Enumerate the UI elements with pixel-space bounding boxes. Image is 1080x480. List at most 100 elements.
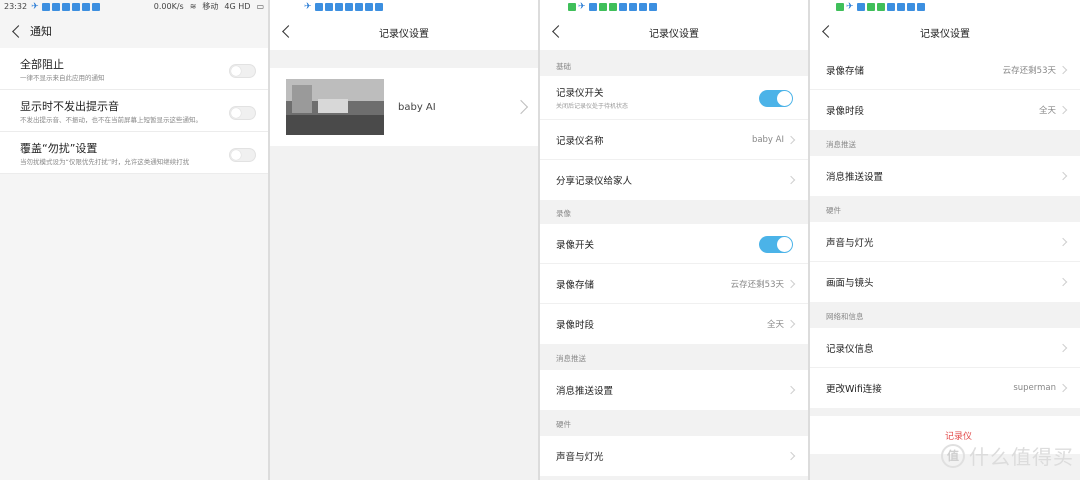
- push-group: 消息推送设置: [540, 370, 808, 410]
- push-settings-row[interactable]: 消息推送设置: [810, 156, 1080, 196]
- header: 记录仪设置: [810, 14, 1080, 50]
- wifi-icon: ≋: [189, 2, 197, 11]
- header: 记录仪设置: [540, 14, 808, 50]
- silent-toggle[interactable]: [229, 106, 256, 120]
- row-label: 录像存储: [556, 279, 595, 291]
- row-subtitle: 关闭后记录仪处于待机状态: [556, 103, 629, 110]
- app-icon: [887, 3, 895, 11]
- recorder-power-toggle[interactable]: [759, 89, 793, 107]
- back-icon[interactable]: [10, 22, 26, 42]
- override-dnd-toggle[interactable]: [229, 148, 256, 162]
- header: 通知: [0, 14, 268, 48]
- block-all-row[interactable]: 全部阻止 一律不显示来自此应用的通知: [0, 48, 268, 90]
- storage-row[interactable]: 录像存储 云存还剩53天: [540, 264, 808, 304]
- row-label: 录像时段: [826, 106, 865, 117]
- app-icon: [867, 3, 875, 11]
- notification-icons: ✈: [568, 2, 657, 12]
- sound-light-row[interactable]: 声音与灯光: [810, 222, 1080, 262]
- chevron-right-icon: [1058, 237, 1068, 246]
- sound-light-row[interactable]: 声音与灯光: [540, 436, 808, 476]
- row-value: 云存还剩53天: [730, 279, 784, 290]
- section-hardware: 硬件: [556, 420, 571, 429]
- app-icon: [82, 3, 91, 11]
- hardware-group: 声音与灯光 画面与镜头: [810, 222, 1080, 302]
- push-settings-row[interactable]: 消息推送设置: [540, 370, 808, 410]
- recorder-info-row[interactable]: 记录仪信息: [810, 328, 1080, 368]
- page-title: 记录仪设置: [379, 28, 429, 40]
- row-label: 分享记录仪给家人: [556, 176, 633, 187]
- page-title: 通知: [30, 25, 52, 38]
- row-label: 录像时段: [556, 320, 595, 331]
- app-icon: [589, 3, 597, 11]
- plane-icon: ✈: [31, 1, 39, 12]
- row-label: 声音与灯光: [826, 237, 874, 249]
- battery-icon: ▭: [256, 2, 264, 11]
- wifi-row[interactable]: 更改Wifi连接 superman: [810, 368, 1080, 408]
- record-group: 录像开关 录像存储 云存还剩53天 录像时段 全天: [540, 224, 808, 344]
- row-subtitle: 不发出提示音、不振动，也不在当前屏幕上短暂显示这些通知。: [20, 116, 202, 124]
- chevron-right-icon: [513, 99, 529, 115]
- app-icon: [325, 3, 333, 11]
- silent-row[interactable]: 显示时不发出提示音 不发出提示音、不振动，也不在当前屏幕上短暂显示这些通知。: [0, 90, 268, 132]
- app-icon: [375, 3, 383, 11]
- row-subtitle: 当勿扰模式设为“仅限优先打扰”时，允许这类通知继续打扰: [20, 158, 190, 166]
- basic-group: 记录仪开关 关闭后记录仪处于待机状态 记录仪名称 baby AI 分享记录仪给家…: [540, 76, 808, 200]
- chevron-right-icon: [786, 279, 796, 288]
- row-value: 云存还剩53天: [1002, 65, 1056, 76]
- hardware-group: 声音与灯光: [540, 436, 808, 476]
- thumb-floor: [286, 115, 384, 135]
- chevron-right-icon: [786, 135, 796, 144]
- watermark-text: 什么值得买: [969, 445, 1074, 469]
- notification-settings-screen: 23:32 ✈ 0.00K/s ≋ 移动 4G HD ▭ 通知 全部阻止 一律不…: [0, 0, 268, 480]
- app-icon: [365, 3, 373, 11]
- network-type: 4G HD: [224, 2, 251, 11]
- page-title: 记录仪设置: [920, 28, 970, 40]
- notification-icons: ✈: [31, 1, 101, 12]
- app-icon: [857, 3, 865, 11]
- share-row[interactable]: 分享记录仪给家人: [540, 160, 808, 200]
- device-card[interactable]: baby AI: [270, 68, 538, 146]
- row-label: 更改Wifi连接: [826, 384, 882, 395]
- period-row[interactable]: 录像时段 全天: [810, 90, 1080, 130]
- app-icon: [907, 3, 915, 11]
- spacer: [810, 408, 1080, 416]
- notification-icons: ✈: [304, 2, 383, 12]
- back-icon[interactable]: [280, 22, 296, 42]
- section-push: 消息推送: [826, 140, 856, 149]
- screenshot-collage: 23:32 ✈ 0.00K/s ≋ 移动 4G HD ▭ 通知 全部阻止 一律不…: [0, 0, 1080, 480]
- thumb-crib: [318, 99, 348, 113]
- app-icon: [335, 3, 343, 11]
- thumb-lamp: [292, 85, 312, 113]
- row-value: baby AI: [751, 134, 784, 145]
- page-title: 记录仪设置: [649, 28, 699, 40]
- row-title: 全部阻止: [20, 58, 64, 71]
- record-switch-toggle[interactable]: [759, 235, 793, 253]
- row-title: 覆盖“勿扰”设置: [20, 142, 98, 155]
- recorder-settings-screen-bottom: ✈ 记录仪设置 录像存储 云存还剩53天 录像时段 全天 消息推送 消息推送设置…: [810, 0, 1080, 480]
- period-row[interactable]: 录像时段 全天: [540, 304, 808, 344]
- plane-icon: ✈: [846, 1, 854, 12]
- lens-row[interactable]: 画面与镜头: [810, 262, 1080, 302]
- override-dnd-row[interactable]: 覆盖“勿扰”设置 当勿扰模式设为“仅限优先打扰”时，允许这类通知继续打扰: [0, 132, 268, 174]
- row-label: 画面与镜头: [826, 278, 874, 289]
- recorder-power-row[interactable]: 记录仪开关 关闭后记录仪处于待机状态: [540, 76, 808, 120]
- app-icon: [609, 3, 617, 11]
- app-icon: [629, 3, 637, 11]
- app-icon: [355, 3, 363, 11]
- row-label: 消息推送设置: [556, 386, 614, 397]
- network-speed: 0.00K/s: [153, 2, 184, 11]
- back-icon[interactable]: [550, 22, 566, 42]
- back-icon[interactable]: [820, 22, 836, 42]
- row-label: 记录仪开关: [556, 88, 604, 99]
- recorder-settings-screen-top: ✈ 记录仪设置 基础 记录仪开关 关闭后记录仪处于待机状态 记录仪名称 baby…: [540, 0, 808, 480]
- row-subtitle: 一律不显示来自此应用的通知: [20, 74, 105, 82]
- network-group: 记录仪信息 更改Wifi连接 superman: [810, 328, 1080, 408]
- storage-row[interactable]: 录像存储 云存还剩53天: [810, 50, 1080, 90]
- recorder-name-row[interactable]: 记录仪名称 baby AI: [540, 120, 808, 160]
- row-label: 声音与灯光: [556, 452, 604, 463]
- app-icon: [877, 3, 885, 11]
- push-group: 消息推送设置: [810, 156, 1080, 196]
- app-icon: [72, 3, 81, 11]
- block-all-toggle[interactable]: [229, 64, 256, 78]
- record-switch-row[interactable]: 录像开关: [540, 224, 808, 264]
